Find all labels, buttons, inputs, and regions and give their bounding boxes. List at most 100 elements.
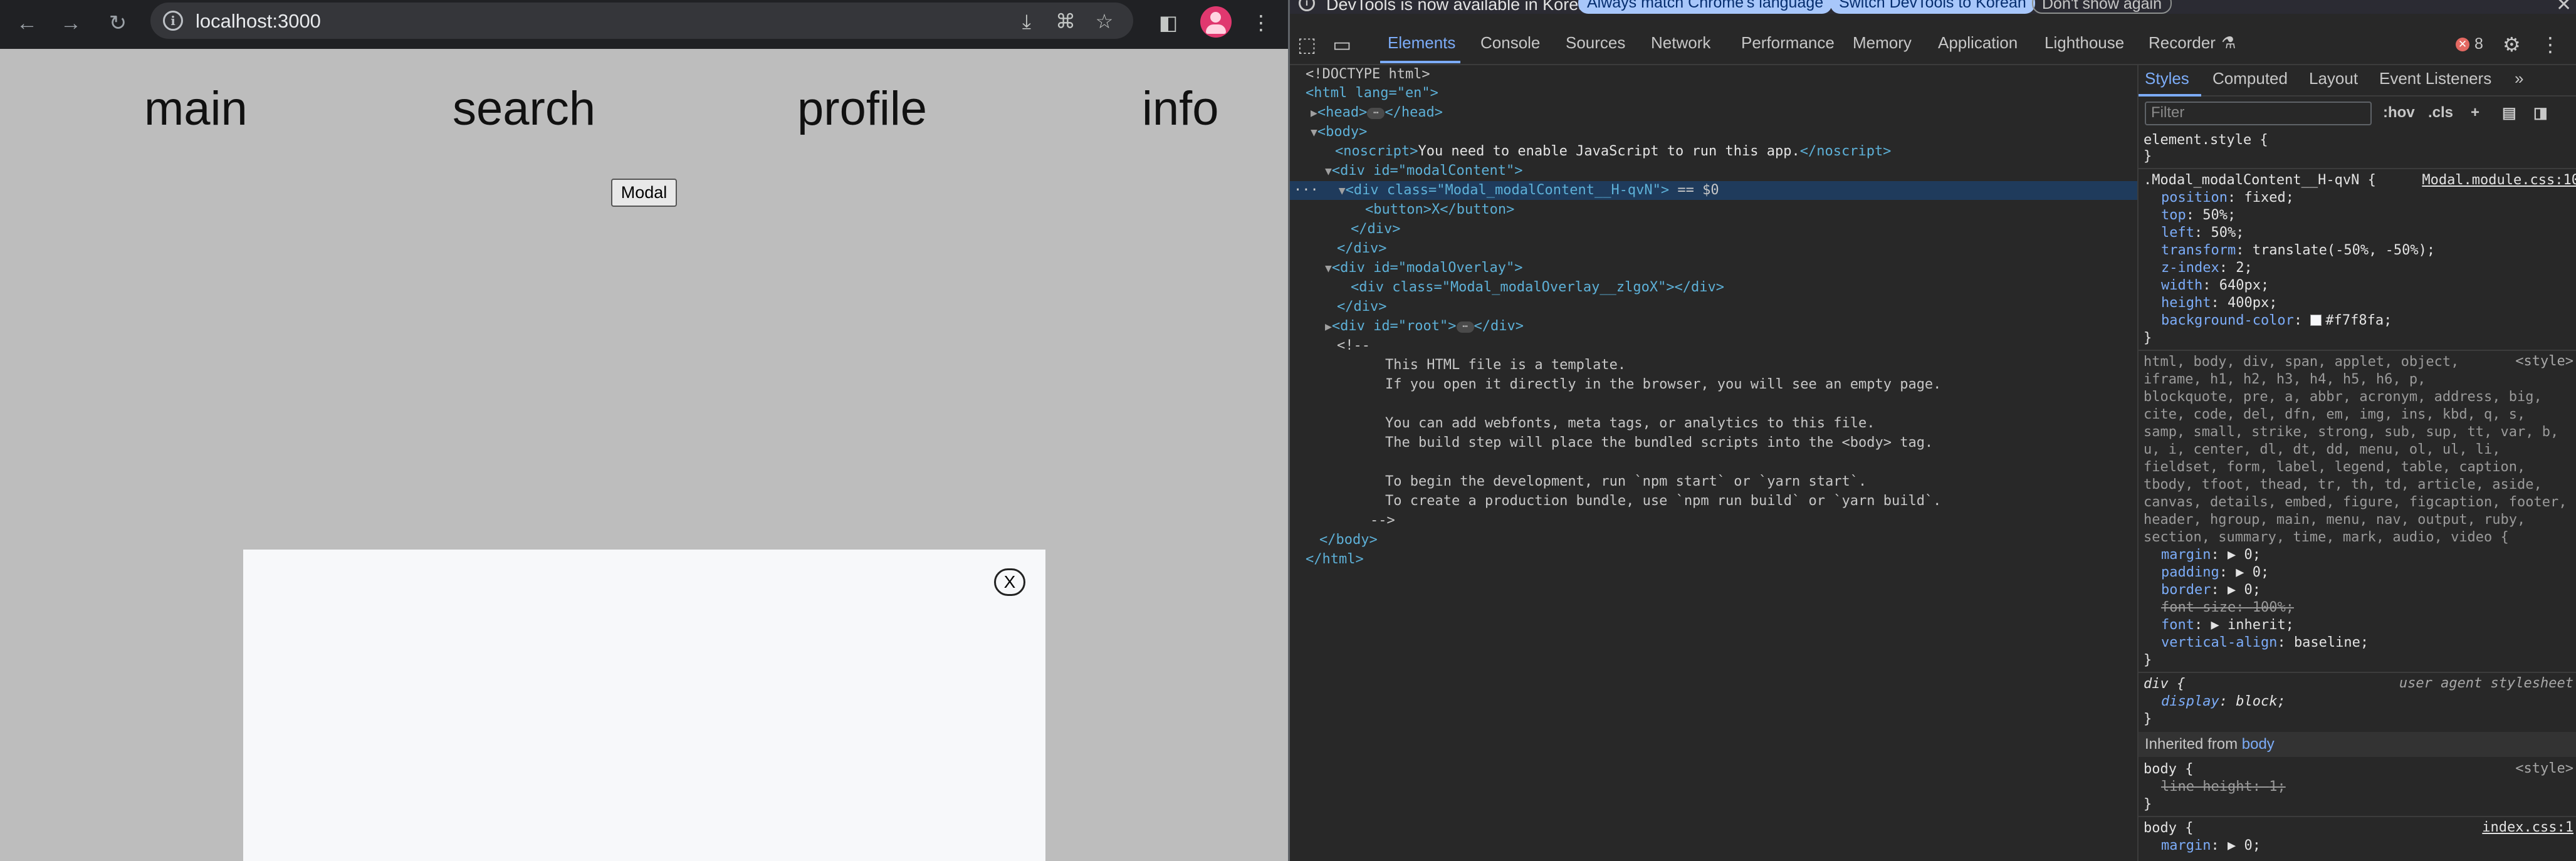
collapse-triangle-icon[interactable]: ▼: [1319, 184, 1346, 197]
css-declaration[interactable]: z-index: 2;: [2161, 259, 2576, 277]
rule-selector-line[interactable]: .Modal_modalContent__H-qvN {Modal.module…: [2144, 172, 2576, 189]
tab-sources[interactable]: Sources: [1566, 33, 1625, 53]
dom-line[interactable]: To create a production bundle, use `npm …: [1385, 492, 1941, 511]
bookmark-star-icon[interactable]: ☆: [1092, 9, 1117, 34]
dom-line[interactable]: </div>: [1351, 220, 1400, 239]
error-counter[interactable]: ✕ 8: [2456, 35, 2483, 53]
css-declaration[interactable]: font: ▶ inherit;: [2161, 617, 2576, 634]
modal-close-button[interactable]: X: [994, 568, 1025, 596]
dom-line[interactable]: ▼<div id="modalContent">: [1325, 162, 1522, 180]
dom-line[interactable]: <button>X</button>: [1365, 201, 1514, 219]
dom-line[interactable]: ▶<div id="root"> ⋯ </div>: [1325, 317, 1524, 336]
address-bar[interactable]: i localhost:3000 ⤓ ⌘ ☆: [150, 3, 1133, 39]
row-actions-icon[interactable]: ···: [1290, 182, 1319, 198]
css-declaration[interactable]: transform: translate(-50%, -50%);: [2161, 242, 2576, 259]
css-declaration[interactable]: margin: ▶ 0;: [2161, 837, 2576, 855]
tab-performance[interactable]: Performance: [1741, 33, 1835, 53]
dom-line[interactable]: <!DOCTYPE html>: [1306, 65, 1430, 84]
tab-styles[interactable]: Styles: [2145, 69, 2189, 88]
close-infobar-icon[interactable]: ✕: [2556, 0, 2572, 16]
paint-icon[interactable]: ▤: [2502, 104, 2516, 122]
css-declaration[interactable]: left: 50%;: [2161, 224, 2576, 242]
css-declaration[interactable]: border: ▶ 0;: [2161, 582, 2576, 599]
nav-link-info[interactable]: info: [1142, 81, 1219, 136]
collapsed-ellipsis-icon[interactable]: ⋯: [1367, 108, 1385, 119]
css-declaration-overridden[interactable]: line-height: 1;: [2161, 778, 2576, 796]
dom-line[interactable]: <div class="Modal_modalOverlay__zlgoX"><…: [1351, 278, 1724, 297]
css-declaration[interactable]: display: block;: [2161, 693, 2576, 711]
css-declaration[interactable]: top: 50%;: [2161, 207, 2576, 224]
collapsed-ellipsis-icon[interactable]: ⋯: [1456, 321, 1474, 333]
expand-triangle-icon[interactable]: ▶: [1325, 320, 1332, 333]
open-modal-button[interactable]: Modal: [611, 179, 677, 207]
class-toggle[interactable]: .cls: [2428, 104, 2453, 122]
css-declaration[interactable]: background-color: #f7f8fa;: [2161, 312, 2576, 330]
more-tabs-icon[interactable]: »: [2515, 69, 2523, 88]
tab-layout[interactable]: Layout: [2309, 69, 2358, 88]
dom-line[interactable]: This HTML file is a template.: [1385, 356, 1626, 375]
tab-application[interactable]: Application: [1938, 33, 2018, 53]
elements-dom-tree[interactable]: <!DOCTYPE html> <html lang="en"> ▶<head>…: [1290, 65, 2137, 861]
css-declaration[interactable]: margin: ▶ 0;: [2161, 546, 2576, 564]
device-toolbar-icon[interactable]: ▭: [1333, 33, 1351, 56]
color-swatch[interactable]: [2310, 315, 2322, 326]
forward-icon[interactable]: →: [56, 9, 85, 38]
dom-line[interactable]: <!--: [1337, 337, 1370, 355]
dom-line[interactable]: </div>: [1337, 239, 1386, 258]
css-declaration[interactable]: padding: ▶ 0;: [2161, 564, 2576, 582]
side-panel-icon[interactable]: ◧: [1154, 9, 1182, 36]
css-declaration[interactable]: vertical-align: baseline;: [2161, 634, 2576, 652]
toggle-sidebar-icon[interactable]: ◨: [2533, 104, 2548, 122]
rule-selector-line[interactable]: body {: [2144, 761, 2576, 778]
dom-line[interactable]: -->: [1370, 511, 1395, 530]
reset-rule-source[interactable]: <style>: [2515, 353, 2573, 369]
devtools-menu-icon[interactable]: ⋮: [2540, 33, 2560, 56]
dom-line[interactable]: ▶<head> ⋯ </head>: [1311, 103, 1443, 122]
expand-triangle-icon[interactable]: ▶: [1311, 107, 1317, 120]
tab-lighthouse[interactable]: Lighthouse: [2045, 33, 2124, 53]
css-declaration-overridden[interactable]: font-size: 100%;: [2161, 599, 2576, 617]
dom-line[interactable]: </html>: [1306, 550, 1364, 569]
tab-event-listeners[interactable]: Event Listeners: [2379, 69, 2491, 88]
translate-icon[interactable]: ⌘: [1053, 9, 1078, 34]
collapse-triangle-icon[interactable]: ▼: [1311, 126, 1317, 139]
kebab-menu-icon[interactable]: ⋮: [1247, 9, 1275, 36]
inherited-from-link[interactable]: body: [2242, 736, 2275, 753]
css-declaration[interactable]: position: fixed;: [2161, 189, 2576, 207]
match-language-button[interactable]: Always match Chrome's language: [1578, 0, 1833, 14]
dom-line[interactable]: ▼<div id="modalOverlay">: [1325, 259, 1522, 278]
dom-line[interactable]: If you open it directly in the browser, …: [1385, 375, 1941, 394]
dom-line[interactable]: </body>: [1319, 531, 1378, 550]
nav-link-search[interactable]: search: [453, 81, 595, 136]
new-rule-icon[interactable]: +: [2471, 104, 2479, 122]
switch-korean-button[interactable]: Switch DevTools to Korean: [1830, 0, 2035, 14]
tab-console[interactable]: Console: [1480, 33, 1540, 53]
styles-filter-input[interactable]: Filter: [2145, 102, 2372, 125]
profile-avatar[interactable]: [1200, 6, 1232, 38]
dom-line[interactable]: The build step will place the bundled sc…: [1385, 434, 1933, 452]
css-declaration[interactable]: width: 640px;: [2161, 277, 2576, 295]
css-declaration[interactable]: height: 400px;: [2161, 295, 2576, 312]
rule-source-link[interactable]: Modal.module.css:10: [2422, 172, 2576, 189]
inspect-element-icon[interactable]: ⬚: [1297, 33, 1316, 56]
hover-state-toggle[interactable]: :hov: [2383, 104, 2415, 122]
dom-line[interactable]: <noscript>You need to enable JavaScript …: [1335, 142, 1891, 161]
tab-elements[interactable]: Elements: [1388, 33, 1455, 53]
dom-line[interactable]: <html lang="en">: [1306, 84, 1438, 103]
dom-line[interactable]: To begin the development, run `npm start…: [1385, 472, 1867, 491]
tab-memory[interactable]: Memory: [1853, 33, 1912, 53]
site-info-icon[interactable]: i: [163, 11, 183, 31]
rule-source-link[interactable]: index.css:1: [2482, 820, 2573, 835]
nav-link-main[interactable]: main: [144, 81, 248, 136]
collapse-triangle-icon[interactable]: ▼: [1325, 165, 1332, 178]
element-style-rule[interactable]: element.style {: [2144, 132, 2576, 149]
reload-icon[interactable]: ↻: [103, 9, 132, 38]
tab-computed[interactable]: Computed: [2212, 69, 2288, 88]
tab-network[interactable]: Network: [1651, 33, 1710, 53]
dom-line-selected[interactable]: ··· ▼<div class="Modal_modalContent__H-qv…: [1290, 181, 2137, 200]
nav-link-profile[interactable]: profile: [797, 81, 927, 136]
collapse-triangle-icon[interactable]: ▼: [1325, 262, 1332, 275]
dom-line[interactable]: ▼<body>: [1311, 123, 1367, 142]
rule-source-label[interactable]: <style>: [2515, 761, 2573, 776]
dom-line[interactable]: You can add webfonts, meta tags, or anal…: [1385, 414, 1875, 433]
